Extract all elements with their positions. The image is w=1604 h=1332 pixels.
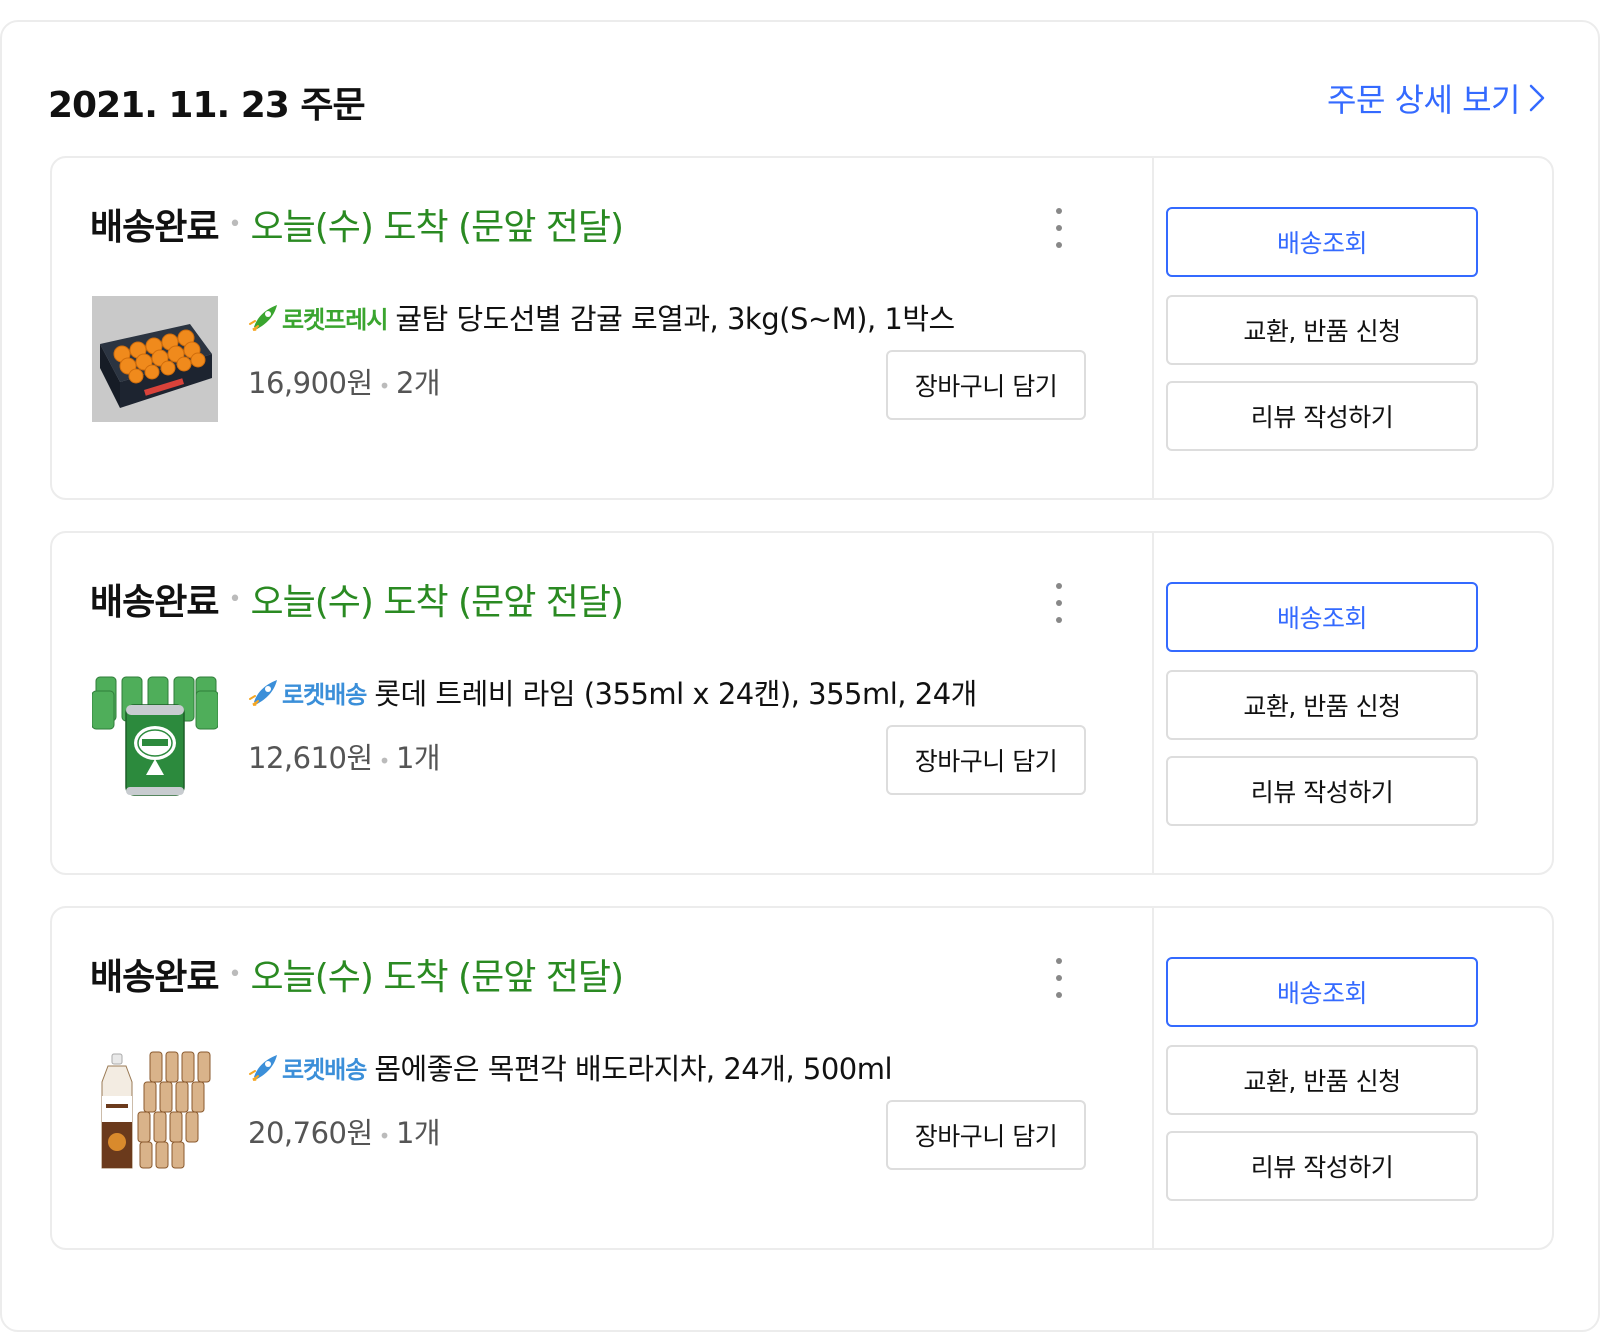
- product-name[interactable]: 귤탐 당도선별 감귤 로열과, 3kg(S~M), 1박스: [395, 296, 955, 338]
- arrival-text: 오늘(수) 도착 (문앞 전달): [250, 207, 624, 248]
- more-vertical-icon[interactable]: [1044, 958, 1074, 998]
- status-label: 배송완료: [90, 957, 219, 998]
- shipment-card: 배송완료 • 오늘(수) 도착 (문앞 전달): [50, 156, 1554, 500]
- separator-dot: •: [228, 961, 241, 987]
- product-quantity: 1개: [395, 741, 441, 775]
- track-delivery-button[interactable]: 배송조회: [1166, 207, 1478, 277]
- shipment-card: 배송완료 • 오늘(수) 도착 (문앞 전달): [50, 531, 1554, 875]
- product-thumbnail[interactable]: [92, 671, 218, 797]
- delivery-status: 배송완료 • 오늘(수) 도착 (문앞 전달): [90, 948, 624, 1000]
- rocket-delivery-badge: 로켓배송: [282, 1055, 367, 1084]
- product-name-line[interactable]: 로켓프레시 귤탐 당도선별 감귤 로열과, 3kg(S~M), 1박스: [248, 296, 955, 338]
- product-quantity: 1개: [395, 1116, 441, 1150]
- price-line: 16,900원 • 2개: [248, 360, 441, 402]
- rocket-fresh-icon: [249, 305, 277, 331]
- shipment-info: 배송완료 • 오늘(수) 도착 (문앞 전달): [52, 158, 1152, 498]
- shipment-card: 배송완료 • 오늘(수) 도착 (문앞 전달): [50, 906, 1554, 1250]
- order-detail-link[interactable]: 주문 상세 보기: [1327, 78, 1546, 119]
- add-to-cart-button[interactable]: 장바구니 담기: [886, 725, 1086, 795]
- product-thumbnail[interactable]: [92, 1046, 218, 1172]
- price-line: 12,610원 • 1개: [248, 735, 441, 777]
- status-label: 배송완료: [90, 207, 219, 248]
- add-to-cart-button[interactable]: 장바구니 담기: [886, 350, 1086, 420]
- write-review-button[interactable]: 리뷰 작성하기: [1166, 1131, 1478, 1201]
- status-label: 배송완료: [90, 582, 219, 623]
- order-date-title: 2021. 11. 23 주문: [48, 85, 366, 126]
- more-vertical-icon[interactable]: [1044, 583, 1074, 623]
- divider: [1152, 158, 1154, 498]
- chevron-right-icon: [1529, 84, 1545, 112]
- write-review-button[interactable]: 리뷰 작성하기: [1166, 756, 1478, 826]
- shipment-info: 배송완료 • 오늘(수) 도착 (문앞 전달): [52, 533, 1152, 873]
- rocket-delivery-icon: [249, 680, 277, 706]
- product-name[interactable]: 몸에좋은 목편각 배도라지차, 24개, 500ml: [374, 1046, 892, 1088]
- shipment-info: 배송완료 • 오늘(수) 도착 (문앞 전달): [52, 908, 1152, 1248]
- product-name-line[interactable]: 로켓배송 몸에좋은 목편각 배도라지차, 24개, 500ml: [248, 1046, 893, 1088]
- product-price: 20,760원: [248, 1116, 373, 1150]
- exchange-return-button[interactable]: 교환, 반품 신청: [1166, 295, 1478, 365]
- delivery-status: 배송완료 • 오늘(수) 도착 (문앞 전달): [90, 198, 624, 250]
- order-detail-link-label: 주문 상세 보기: [1327, 81, 1520, 119]
- separator-dot: •: [378, 1124, 391, 1148]
- divider: [1152, 908, 1154, 1248]
- separator-dot: •: [228, 211, 241, 237]
- exchange-return-button[interactable]: 교환, 반품 신청: [1166, 670, 1478, 740]
- product-name[interactable]: 롯데 트레비 라임 (355ml x 24캔), 355ml, 24개: [374, 671, 977, 713]
- product-price: 16,900원: [248, 366, 373, 400]
- delivery-status: 배송완료 • 오늘(수) 도착 (문앞 전달): [90, 573, 624, 625]
- track-delivery-button[interactable]: 배송조회: [1166, 582, 1478, 652]
- product-thumbnail[interactable]: [92, 296, 218, 422]
- separator-dot: •: [228, 586, 241, 612]
- product-name-line[interactable]: 로켓배송 롯데 트레비 라임 (355ml x 24캔), 355ml, 24개: [248, 671, 977, 713]
- product-price: 12,610원: [248, 741, 373, 775]
- rocket-delivery-icon: [249, 1055, 277, 1081]
- order-card: 2021. 11. 23 주문 주문 상세 보기 배송완료 • 오늘(수) 도착…: [0, 20, 1600, 1332]
- arrival-text: 오늘(수) 도착 (문앞 전달): [250, 957, 624, 998]
- exchange-return-button[interactable]: 교환, 반품 신청: [1166, 1045, 1478, 1115]
- price-line: 20,760원 • 1개: [248, 1110, 441, 1152]
- add-to-cart-button[interactable]: 장바구니 담기: [886, 1100, 1086, 1170]
- rocket-delivery-badge: 로켓배송: [282, 680, 367, 709]
- separator-dot: •: [378, 749, 391, 773]
- more-vertical-icon[interactable]: [1044, 208, 1074, 248]
- rocket-fresh-badge: 로켓프레시: [282, 305, 388, 334]
- track-delivery-button[interactable]: 배송조회: [1166, 957, 1478, 1027]
- write-review-button[interactable]: 리뷰 작성하기: [1166, 381, 1478, 451]
- arrival-text: 오늘(수) 도착 (문앞 전달): [250, 582, 624, 623]
- separator-dot: •: [378, 374, 391, 398]
- divider: [1152, 533, 1154, 873]
- product-quantity: 2개: [395, 366, 441, 400]
